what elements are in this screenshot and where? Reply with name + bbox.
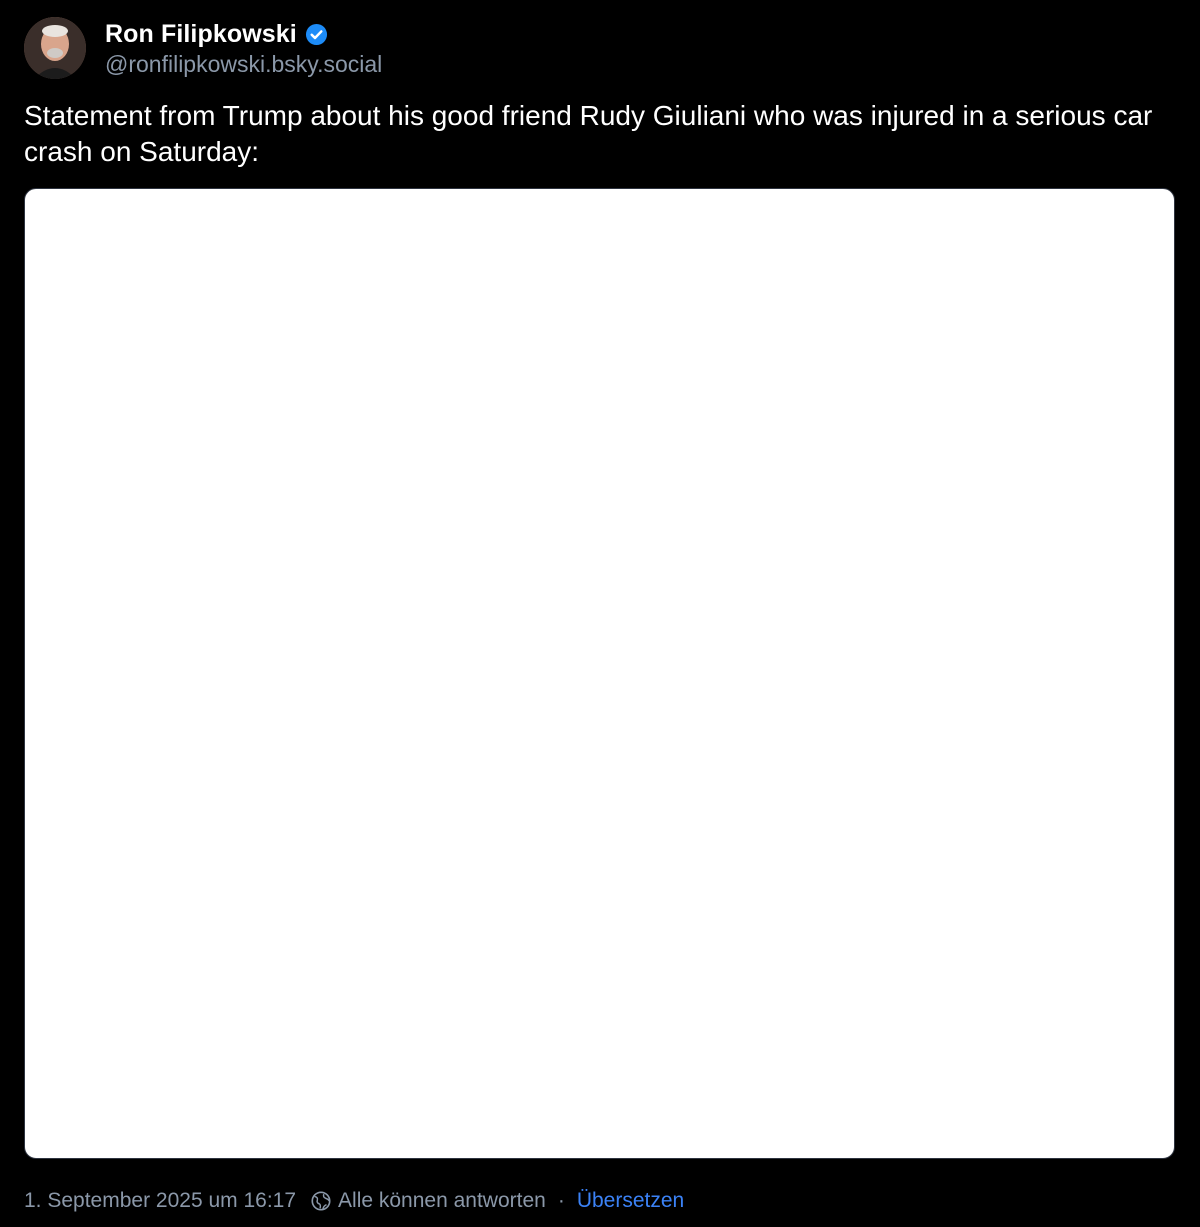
reply-setting[interactable]: Alle können antworten [338, 1189, 546, 1213]
translate-link[interactable]: Übersetzen [577, 1189, 684, 1213]
post-footer: 1. September 2025 um 16:17 Alle können a… [24, 1186, 684, 1216]
post-timestamp[interactable]: 1. September 2025 um 16:17 [24, 1189, 296, 1213]
author-handle[interactable]: @ronfilipkowski.bsky.social [105, 51, 382, 78]
post-image[interactable] [24, 188, 1175, 1159]
post-header: Ron Filipkowski @ronfilipkowski.bsky.soc… [24, 16, 382, 80]
author-names: Ron Filipkowski @ronfilipkowski.bsky.soc… [105, 18, 382, 78]
verified-checkmark-icon[interactable] [305, 23, 328, 46]
display-name-row: Ron Filipkowski [105, 18, 382, 50]
globe-icon [310, 1190, 332, 1212]
separator-dot: · [557, 1189, 565, 1212]
avatar[interactable] [24, 17, 86, 79]
post-text: Statement from Trump about his good frie… [24, 100, 1153, 167]
avatar-image [24, 17, 86, 79]
display-name[interactable]: Ron Filipkowski [105, 20, 297, 49]
